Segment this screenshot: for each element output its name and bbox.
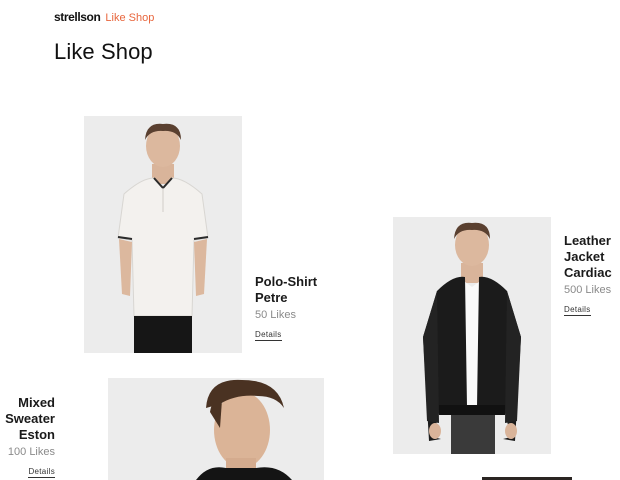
details-link[interactable]: Details [564,305,591,316]
likes-count: 50 Likes [255,309,296,321]
leather-jacket-info: Leather Jacket Cardiac 500 Likes Details [564,233,612,317]
strellson-logo[interactable]: strellson [54,10,101,24]
likes-count: 100 Likes [7,446,55,458]
like-shop-page: strellson Like Shop Like Shop Polo-Shirt… [0,0,620,480]
brand-section-link[interactable]: Like Shop [105,12,154,24]
page-title: Like Shop [54,39,153,64]
leather-jacket-image[interactable] [393,217,551,454]
product-name[interactable]: Leather Jacket Cardiac [564,233,612,281]
sweater-model-photo [108,378,324,480]
details-link[interactable]: Details [28,467,55,478]
polo-shirt-info: Polo-Shirt Petre 50 Likes Details [255,274,317,342]
brand-bar: strellson Like Shop [54,10,154,24]
polo-shirt-model-photo [84,116,242,353]
sweater-image[interactable] [108,378,324,480]
leather-jacket-model-photo [393,217,551,454]
sweater-info: Mixed Sweater Eston 100 Likes Details [5,395,55,479]
product-name[interactable]: Mixed Sweater Eston [5,395,55,443]
polo-shirt-image[interactable] [84,116,242,353]
details-link[interactable]: Details [255,330,282,341]
product-name[interactable]: Polo-Shirt Petre [255,274,317,306]
likes-count: 500 Likes [564,284,612,296]
